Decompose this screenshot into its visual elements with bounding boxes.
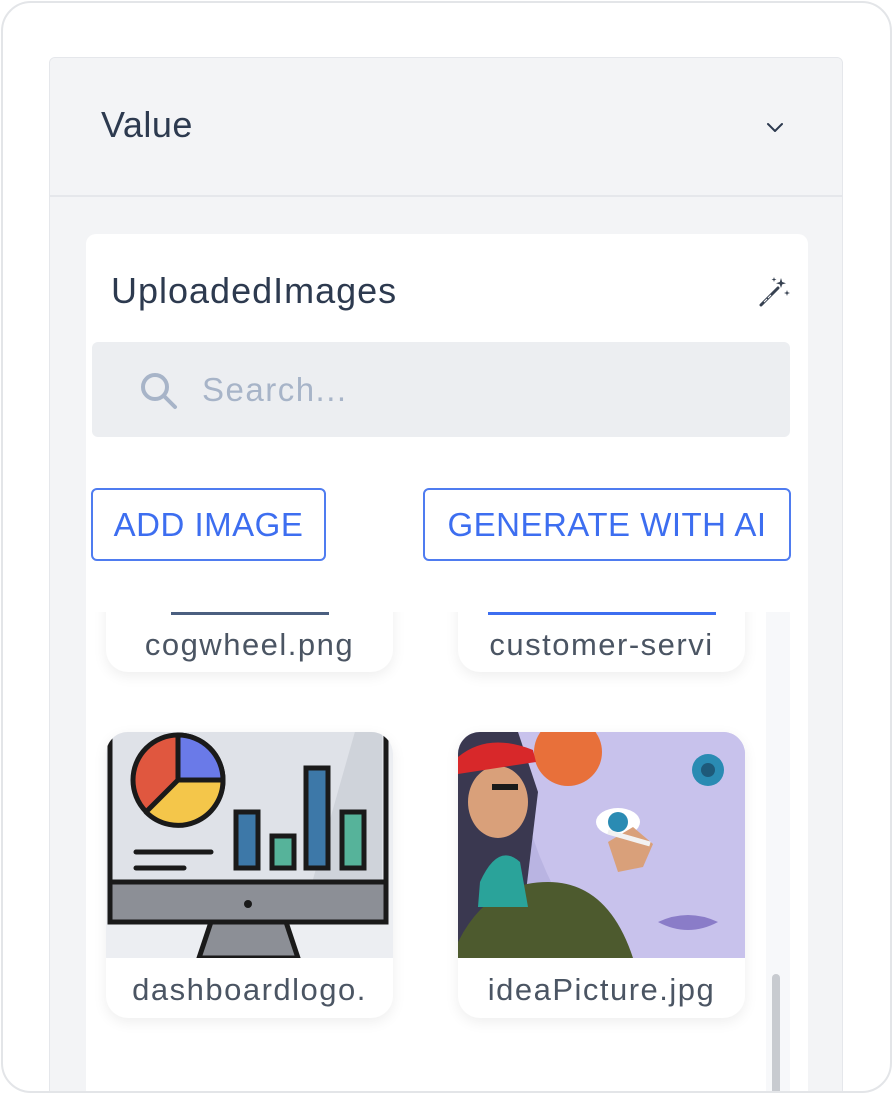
image-gallery: cogwheel.png customer-servi dashboardlog… <box>86 612 808 1091</box>
outer-frame: Value UploadedImages Search... ADD IMAGE… <box>1 1 892 1093</box>
card-title: UploadedImages <box>111 270 398 311</box>
search-box <box>92 342 790 437</box>
image-strip <box>488 612 716 615</box>
image-tile-customer-service[interactable]: customer-servi <box>458 612 745 672</box>
image-tile-dashboardlogo[interactable]: dashboardlogo. <box>106 732 393 1018</box>
chevron-down-icon[interactable] <box>764 116 786 138</box>
image-tile-ideapicture[interactable]: ideaPicture.jpg <box>458 732 745 1018</box>
magic-wand-icon[interactable] <box>756 274 792 310</box>
image-tile-cogwheel[interactable]: cogwheel.png <box>106 612 393 672</box>
search-icon <box>141 373 177 409</box>
generate-with-ai-button[interactable]: GENERATE WITH AI <box>423 488 791 561</box>
scrollbar-thumb[interactable] <box>772 974 780 1091</box>
panel-title: Value <box>101 104 193 145</box>
image-name: dashboardlogo. <box>132 972 367 1007</box>
search-input[interactable] <box>202 364 762 416</box>
image-strip <box>171 612 329 615</box>
dashboard-thumbnail <box>106 732 393 958</box>
image-name: cogwheel.png <box>144 627 355 662</box>
uploaded-images-card: UploadedImages ADD IMAGE GENERATE WITH A… <box>86 234 808 1091</box>
idea-picture-thumbnail <box>458 732 745 958</box>
value-panel-header[interactable]: Value <box>50 58 842 197</box>
add-image-button[interactable]: ADD IMAGE <box>91 488 326 561</box>
value-panel: Value UploadedImages Search... ADD IMAGE… <box>49 57 843 1091</box>
image-name: customer-servi <box>489 627 714 662</box>
image-name: ideaPicture.jpg <box>487 972 716 1007</box>
